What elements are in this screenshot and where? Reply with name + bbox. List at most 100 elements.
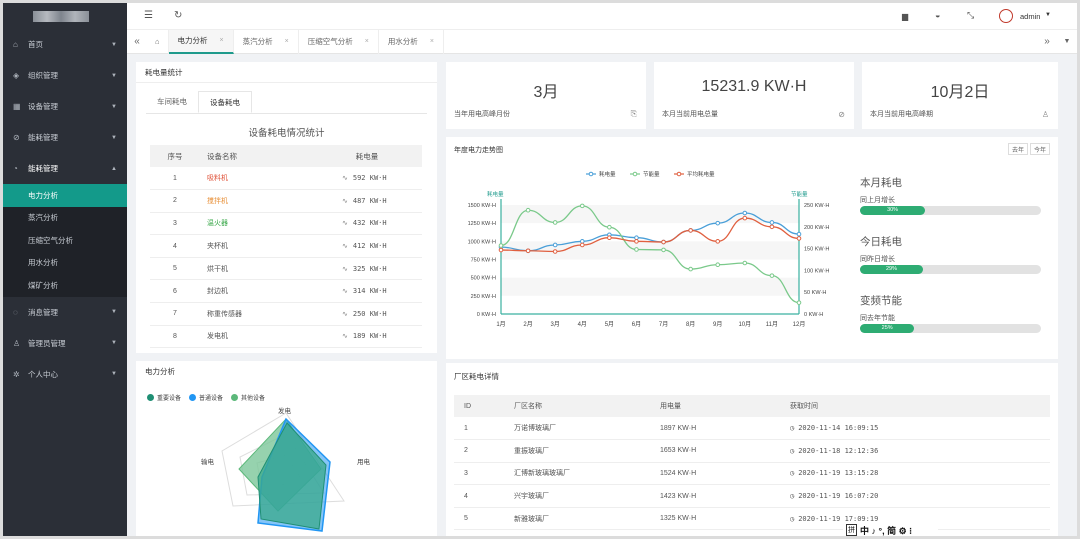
data-point[interactable] xyxy=(688,266,693,272)
data-point[interactable] xyxy=(742,260,748,266)
data-point[interactable] xyxy=(552,249,558,254)
legend-item[interactable]: 节能量 xyxy=(630,170,660,178)
pulse-icon: ∿ xyxy=(342,196,348,205)
factory-consumption: 1423 KW·H xyxy=(660,484,790,508)
tab-item[interactable]: 用水分析 × xyxy=(379,29,444,54)
data-point[interactable] xyxy=(498,243,504,248)
data-point[interactable] xyxy=(742,210,748,216)
data-point[interactable] xyxy=(661,247,666,253)
equipment-consumption: ∿ 325 KW·H xyxy=(312,257,422,281)
tabs-scroll-left-icon[interactable]: « xyxy=(127,36,147,47)
refresh-icon[interactable]: ↻ xyxy=(174,10,182,21)
data-point[interactable] xyxy=(498,247,504,253)
bell-icon: ◌ xyxy=(13,307,18,317)
row-number: 4 xyxy=(150,234,200,258)
chevron-down-icon: ▼ xyxy=(111,41,117,48)
data-point[interactable] xyxy=(769,224,775,230)
close-icon[interactable]: × xyxy=(285,38,289,45)
data-point[interactable] xyxy=(634,247,639,252)
chevron-down-icon: ▼ xyxy=(111,371,117,377)
subtab-workshop[interactable]: 车间耗电 xyxy=(146,91,198,113)
close-icon[interactable]: × xyxy=(365,38,369,45)
chevron-down-icon[interactable]: ▼ xyxy=(1045,12,1051,18)
data-point[interactable] xyxy=(688,228,693,233)
sidebar-item-7[interactable]: ✲ 个人中心 ▼ xyxy=(3,359,127,390)
table-row[interactable]: 1 万诺博玻璃厂 1897 KW·H ◷ 2020-11-14 16:09:15 xyxy=(454,417,1050,441)
data-point[interactable] xyxy=(634,235,639,240)
ime-toolbar[interactable]: 拼 中 ♪ °, 简 ⚙ ⁝ xyxy=(843,523,938,537)
user-name[interactable]: admin xyxy=(1020,12,1040,21)
sidebar-item-0[interactable]: ⌂ 首页 ▼ xyxy=(3,29,127,60)
fullscreen-icon[interactable]: ⤡ xyxy=(967,10,974,21)
pulse-icon: ∿ xyxy=(342,287,348,296)
table-row[interactable]: 4 兴宇玻璃厂 1423 KW·H ◷ 2020-11-19 16:07:20 xyxy=(454,484,1050,508)
data-point[interactable] xyxy=(715,220,721,226)
data-point[interactable] xyxy=(769,273,775,278)
legend-item[interactable]: 耗电量 xyxy=(586,170,616,178)
equipment-name: 夹杯机 xyxy=(200,234,312,258)
data-point[interactable] xyxy=(796,300,802,305)
sidebar-item-1[interactable]: ◈ 组织管理 ▼ xyxy=(3,60,127,91)
factory-consumption: 1524 KW·H xyxy=(660,462,790,486)
data-point[interactable] xyxy=(579,242,585,248)
ime-status[interactable]: 中 ♪ °, 简 ⚙ ⁝ xyxy=(860,524,912,537)
data-point[interactable] xyxy=(525,248,531,254)
legend-item[interactable]: 平均耗电量 xyxy=(674,170,715,178)
avatar[interactable] xyxy=(999,9,1013,23)
data-point[interactable] xyxy=(634,239,639,244)
grid-band xyxy=(501,259,799,278)
tab-item[interactable]: 电力分析 × xyxy=(168,29,234,54)
ime-mode-indicator[interactable]: 拼 xyxy=(846,524,857,536)
data-point[interactable] xyxy=(579,203,585,209)
this-year-button[interactable]: 今年 xyxy=(1029,143,1050,155)
data-point[interactable] xyxy=(552,220,558,225)
data-point[interactable] xyxy=(579,239,585,244)
data-point[interactable] xyxy=(796,231,802,237)
tabs-menu-icon[interactable]: ▼ xyxy=(1057,38,1077,45)
submenu-item[interactable]: 煤矿分析 xyxy=(3,274,127,297)
table-row[interactable]: 5 新雅玻璃厂 1325 KW·H ◷ 2020-11-19 17:09:19 xyxy=(454,507,1050,531)
last-year-button[interactable]: 去年 xyxy=(1007,143,1028,155)
time-value: 2020-11-19 16:07:20 xyxy=(798,492,879,501)
submenu-item[interactable]: 蒸汽分析 xyxy=(3,207,127,230)
close-icon[interactable]: × xyxy=(220,37,224,44)
submenu-item[interactable]: 压缩空气分析 xyxy=(3,229,127,252)
tabs-scroll-right-icon[interactable]: » xyxy=(1037,36,1057,47)
factory-time: ◷ 2020-11-19 13:15:28 xyxy=(790,462,1050,486)
table-row[interactable]: 3 汇博新玻璃玻璃厂 1524 KW·H ◷ 2020-11-19 13:15:28 xyxy=(454,462,1050,486)
consumption-value: 189 KW·H xyxy=(352,332,387,341)
side-stat-title: 本月耗电 xyxy=(860,177,902,189)
equipment-name: 称重传感器 xyxy=(200,302,312,326)
dashboard-icon: ◔ xyxy=(13,164,18,173)
data-point[interactable] xyxy=(607,224,612,230)
chevron-down-icon: ▼ xyxy=(111,72,117,79)
submenu-item[interactable]: 用水分析 xyxy=(3,252,127,275)
sidebar-item-2[interactable]: ▦ 设备管理 ▼ xyxy=(3,91,127,122)
message-icon[interactable]: ▆ xyxy=(902,12,908,21)
sidebar-item-3[interactable]: ⊘ 能耗管理 ▼ xyxy=(3,122,127,153)
data-point[interactable] xyxy=(715,239,721,244)
data-point[interactable] xyxy=(715,262,721,268)
data-point[interactable] xyxy=(661,239,666,245)
sidebar: ⌂ 首页 ▼ ◈ 组织管理 ▼ ▦ 设备管理 ▼ ⊘ 能耗管理 ▼ ◔ 能耗管理 ▲ 电力分析 蒸汽分析 压缩空气… xyxy=(3,3,127,536)
data-point[interactable] xyxy=(552,242,558,248)
sidebar-item-5[interactable]: ◌ 消息管理 ▼ xyxy=(3,297,127,328)
sidebar-item-4[interactable]: ◔ 能耗管理 ▲ xyxy=(3,153,127,184)
subtab-equipment[interactable]: 设备耗电 xyxy=(198,91,252,113)
data-point[interactable] xyxy=(607,235,612,240)
tab-item[interactable]: 蒸汽分析 × xyxy=(234,29,299,54)
data-point[interactable] xyxy=(525,207,531,213)
stat-card: 15231.9 KW·H 本月当前用电总量 ⊘ xyxy=(654,62,854,129)
tab-item[interactable]: 压缩空气分析 × xyxy=(299,29,379,54)
table-row[interactable]: 2 重振玻璃厂 1653 KW·H ◷ 2020-11-18 12:12:36 xyxy=(454,439,1050,463)
data-point[interactable] xyxy=(769,220,775,225)
home-tab-icon[interactable]: ⌂ xyxy=(147,29,169,54)
sidebar-item-6[interactable]: ♙ 管理员管理 ▼ xyxy=(3,328,127,359)
close-icon[interactable]: × xyxy=(430,38,434,45)
submenu-item[interactable]: 电力分析 xyxy=(3,184,127,207)
data-point[interactable] xyxy=(796,236,802,241)
chevron-down-icon: ▼ xyxy=(111,103,117,110)
theme-icon[interactable]: ◒ xyxy=(935,10,940,20)
data-point[interactable] xyxy=(742,215,748,221)
menu-toggle-icon[interactable]: ☰ xyxy=(144,10,153,21)
